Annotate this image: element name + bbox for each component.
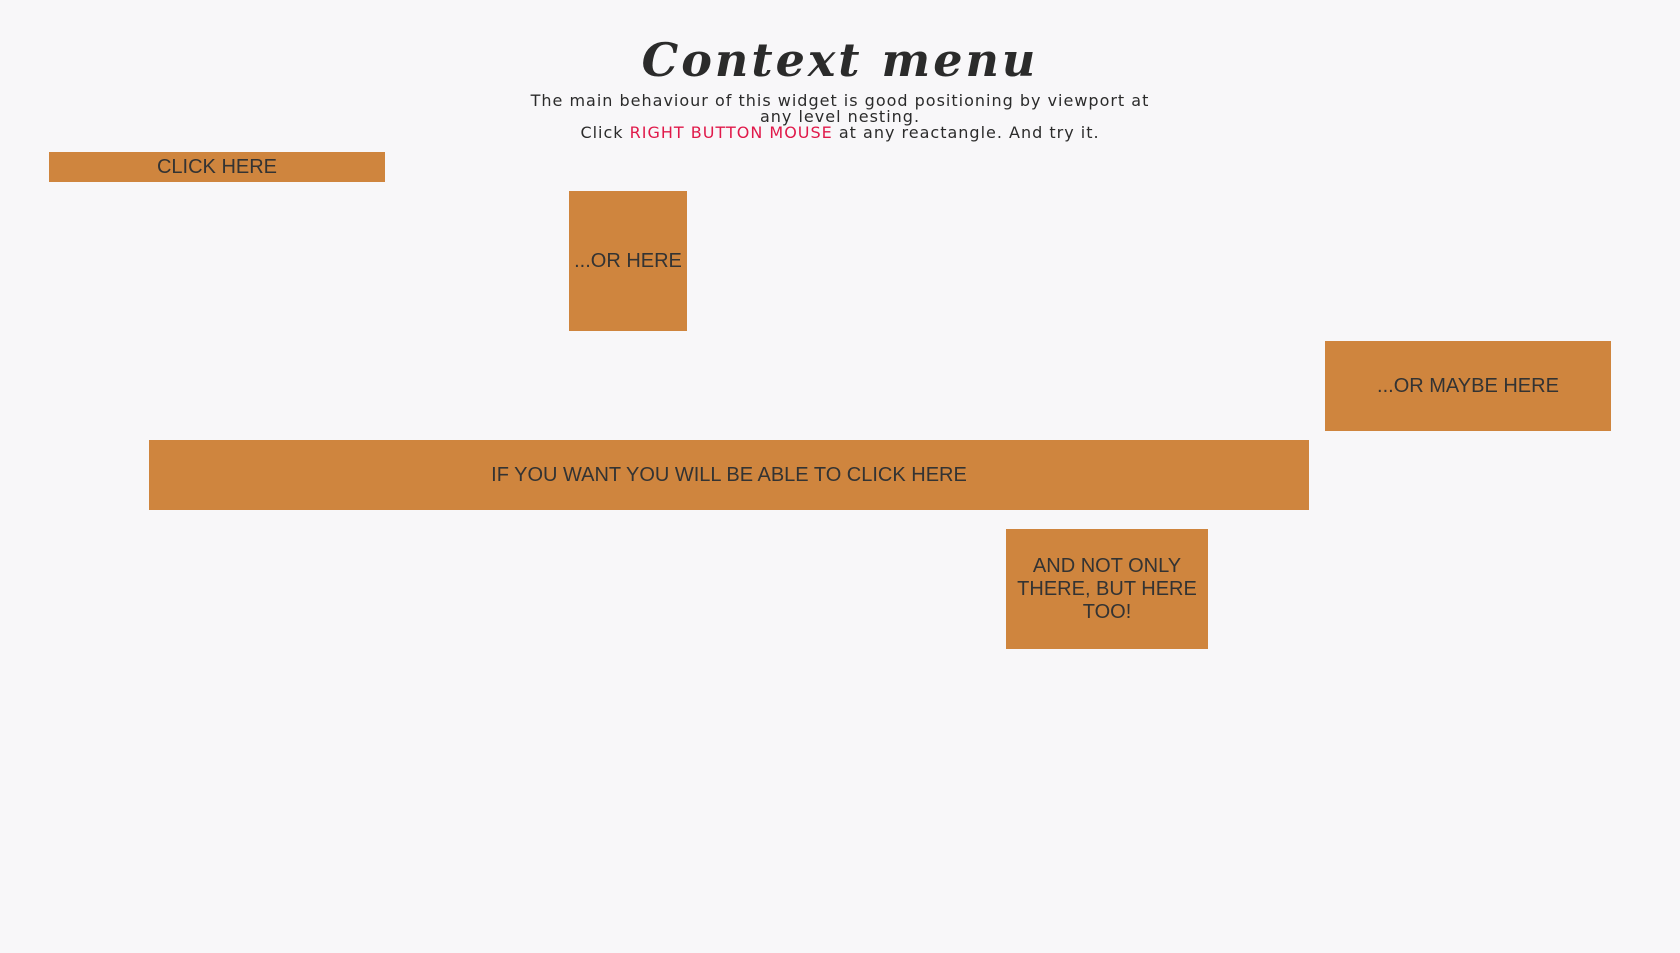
- target-label: IF YOU WANT YOU WILL BE ABLE TO CLICK HE…: [491, 463, 967, 486]
- target-label: ...OR MAYBE HERE: [1377, 374, 1559, 397]
- context-menu-target-or-here[interactable]: ...OR HERE: [569, 191, 687, 331]
- description-prefix: Click: [580, 123, 630, 142]
- target-label: ...OR HERE: [574, 249, 682, 272]
- page-title: Context menu: [641, 33, 1039, 87]
- context-menu-target-here-too[interactable]: AND NOT ONLY THERE, BUT HERE TOO!: [1006, 529, 1208, 649]
- context-menu-target-wide[interactable]: IF YOU WANT YOU WILL BE ABLE TO CLICK HE…: [149, 440, 1309, 510]
- description-line-1: The main behaviour of this widget is goo…: [530, 91, 1150, 126]
- target-label: CLICK HERE: [156, 155, 278, 178]
- context-menu-target-click-here[interactable]: CLICK HERE: [49, 152, 385, 182]
- right-button-mouse-highlight: RIGHT BUTTON MOUSE: [629, 123, 833, 142]
- description-suffix: at any reactangle. And try it.: [832, 123, 1100, 142]
- context-menu-target-or-maybe-here[interactable]: ...OR MAYBE HERE: [1325, 341, 1611, 431]
- description-line-2: Click RIGHT BUTTON MOUSE at any reactang…: [0, 125, 1680, 141]
- page-description: The main behaviour of this widget is goo…: [0, 93, 1680, 141]
- target-label: AND NOT ONLY THERE, BUT HERE TOO!: [1017, 554, 1197, 623]
